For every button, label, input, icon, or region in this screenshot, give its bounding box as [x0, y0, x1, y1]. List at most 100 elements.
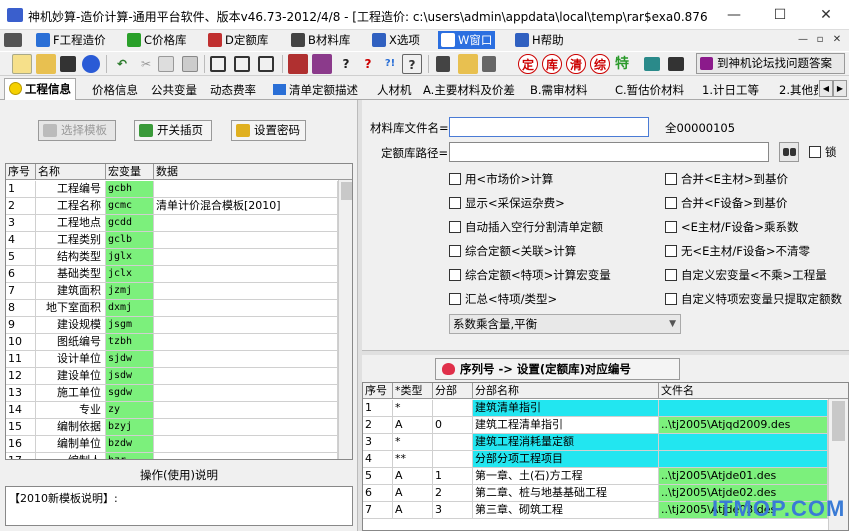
open-folder-icon[interactable] [36, 54, 56, 74]
cell-name[interactable]: 建设单位 [36, 368, 106, 384]
cell-data[interactable] [154, 453, 338, 459]
composite-association-checkbox[interactable]: 综合定额<关联>计算 [449, 244, 576, 260]
tab-provisional-materials[interactable]: C.暂估价材料 [610, 80, 689, 100]
cell-type[interactable]: * [393, 434, 433, 450]
tab-dynamic-rates[interactable]: 动态费率 [205, 80, 261, 100]
cell-seq[interactable]: 16 [6, 436, 36, 452]
cell-type[interactable]: ** [393, 451, 433, 467]
table-row[interactable]: 10 图纸编号 tzbh [6, 334, 338, 351]
lock-checkbox[interactable]: 锁 [809, 145, 837, 161]
scroll-thumb[interactable] [832, 401, 845, 441]
cell-macro[interactable]: gcmc [106, 198, 154, 214]
menu-options[interactable]: X选项 [369, 31, 423, 49]
cell-data[interactable] [154, 300, 338, 316]
grid-vertical-scrollbar[interactable] [338, 180, 352, 459]
table-row[interactable]: 6 基础类型 jclx [6, 266, 338, 283]
table-row[interactable]: 14 专业 zy [6, 402, 338, 419]
cell-type[interactable]: A [393, 417, 433, 433]
help-box-icon[interactable]: ? [402, 54, 422, 74]
cell-name[interactable]: 工程地点 [36, 215, 106, 231]
save-icon[interactable] [60, 56, 76, 72]
cell-data[interactable]: 清单计价混合模板[2010] [154, 198, 338, 214]
book-icon[interactable] [288, 54, 308, 74]
undo-icon[interactable]: ↶ [112, 54, 132, 74]
cell-part[interactable] [433, 400, 473, 416]
cell-file[interactable] [659, 434, 828, 450]
auto-insert-blank-checkbox[interactable]: 自动插入空行分割清单定额 [449, 220, 603, 236]
cell-seq[interactable]: 6 [6, 266, 36, 282]
question-icon[interactable]: ? [336, 54, 356, 74]
cell-seq[interactable]: 15 [6, 419, 36, 435]
cell-macro[interactable]: gcbh [106, 181, 154, 197]
tab-daywork[interactable]: 1.计日工等 [697, 80, 764, 100]
table-icon[interactable] [258, 56, 274, 72]
custom-macro-no-multiply-checkbox[interactable]: 自定义宏变量<不乘>工程量 [665, 268, 827, 284]
paste-icon[interactable] [182, 56, 198, 72]
cell-seq[interactable]: 7 [6, 283, 36, 299]
toggle-insert-button[interactable]: 开关插页 [134, 120, 212, 141]
bill-circle-button[interactable]: 清 [566, 54, 586, 74]
cell-name[interactable]: 第二章、桩与地基基础工程 [473, 485, 659, 501]
table-row[interactable]: 5 A 1 第一章、土(石)方工程 ..\tj2005\Atjde01.des [363, 468, 828, 485]
cell-name[interactable]: 设计单位 [36, 351, 106, 367]
cell-type[interactable]: A [393, 502, 433, 518]
table-row[interactable]: 4 ** 分部分项工程项目 [363, 451, 828, 468]
table-row[interactable]: 12 建设单位 jsdw [6, 368, 338, 385]
cell-macro[interactable]: dxmj [106, 300, 154, 316]
tab-price-info[interactable]: 价格信息 [87, 80, 143, 100]
select-template-button[interactable]: 选择模板 [38, 120, 116, 141]
cell-part[interactable] [433, 434, 473, 450]
cell-data[interactable] [154, 368, 338, 384]
cell-seq[interactable]: 10 [6, 334, 36, 350]
horizontal-splitter[interactable] [362, 350, 849, 355]
table-row[interactable]: 4 工程类别 gclb [6, 232, 338, 249]
cell-name[interactable]: 工程编号 [36, 181, 106, 197]
cell-name[interactable]: 建筑清单指引 [473, 400, 659, 416]
table-row[interactable]: 2 A 0 建筑工程清单指引 ..\tj2005\Atjqd2009.des [363, 417, 828, 434]
cell-part[interactable]: 1 [433, 468, 473, 484]
maximize-button[interactable]: ☐ [757, 0, 803, 30]
cell-name[interactable]: 建设规模 [36, 317, 106, 333]
cell-name[interactable]: 工程类别 [36, 232, 106, 248]
cell-data[interactable] [154, 436, 338, 452]
tab-scroll-left-button[interactable]: ◀ [819, 80, 833, 97]
cell-seq[interactable]: 1 [6, 181, 36, 197]
cell-seq[interactable]: 14 [6, 402, 36, 418]
cell-name[interactable]: 工程名称 [36, 198, 106, 214]
menu-quota-lib[interactable]: D定额库 [205, 31, 271, 49]
table-row[interactable]: 9 建设规模 jsgm [6, 317, 338, 334]
cell-name[interactable]: 建筑工程消耗量定额 [473, 434, 659, 450]
cell-type[interactable]: A [393, 468, 433, 484]
new-file-icon[interactable] [12, 54, 32, 74]
cell-name[interactable]: 结构类型 [36, 249, 106, 265]
cell-macro[interactable]: bzdw [106, 436, 154, 452]
cell-seq[interactable]: 3 [6, 215, 36, 231]
table-row[interactable]: 5 结构类型 jglx [6, 249, 338, 266]
tab-public-vars[interactable]: 公共变量 [146, 80, 202, 100]
set-password-button[interactable]: 设置密码 [231, 120, 306, 141]
tab-scroll-right-button[interactable]: ▶ [833, 80, 847, 97]
calculator2-icon[interactable] [482, 56, 496, 72]
cell-name[interactable]: 建筑工程清单指引 [473, 417, 659, 433]
cell-macro[interactable]: jclx [106, 266, 154, 282]
show-procurement-checkbox[interactable]: 显示<采保运杂费> [449, 196, 565, 212]
scroll-thumb[interactable] [341, 182, 352, 200]
cell-seq[interactable]: 7 [363, 502, 393, 518]
cell-file[interactable] [659, 400, 828, 416]
cell-part[interactable] [433, 451, 473, 467]
cut-icon[interactable]: ✂ [136, 54, 156, 74]
cell-name[interactable]: 地下室面积 [36, 300, 106, 316]
tab-main-materials[interactable]: A.主要材料及价差 [418, 80, 520, 100]
merge-main-material-checkbox[interactable]: 合并<E主材>到基价 [665, 172, 788, 188]
cell-part[interactable]: 2 [433, 485, 473, 501]
cell-name[interactable]: 编制依据 [36, 419, 106, 435]
mdi-close-button[interactable]: ✕ [829, 32, 845, 48]
merge-equipment-checkbox[interactable]: 合并<F设备>到基价 [665, 196, 787, 212]
cell-data[interactable] [154, 317, 338, 333]
cell-part[interactable]: 0 [433, 417, 473, 433]
tab-other-fees[interactable]: 2.其他费 [774, 80, 819, 100]
copy-icon[interactable] [158, 56, 174, 72]
quota-path-input[interactable] [449, 142, 769, 162]
cell-data[interactable] [154, 402, 338, 418]
table-row[interactable]: 3 工程地点 gcdd [6, 215, 338, 232]
